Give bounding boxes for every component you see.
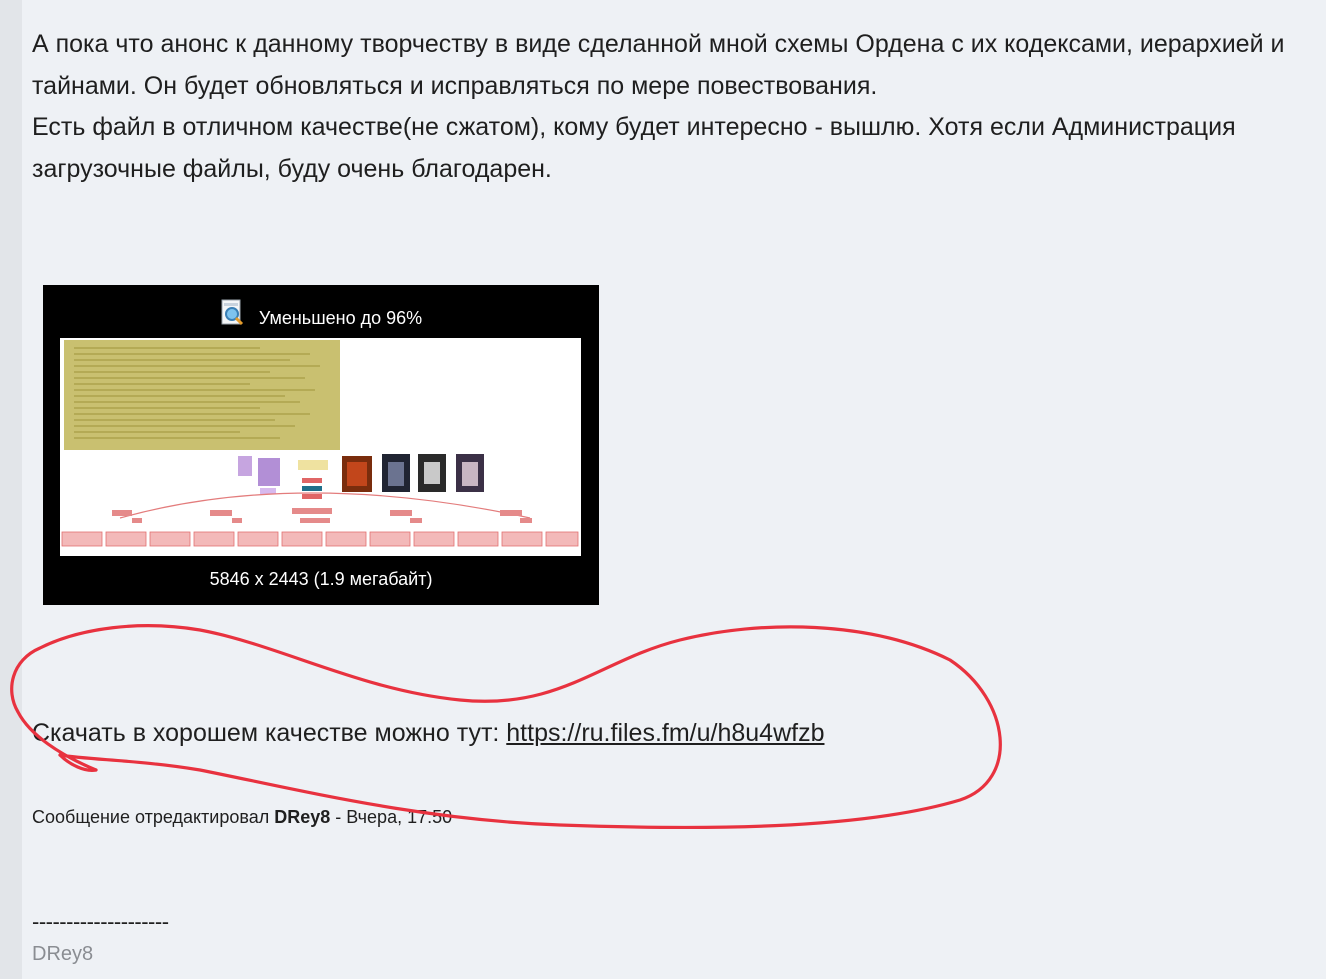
scheme-preview-image[interactable] [60,338,581,556]
signature-separator: -------------------- [32,909,169,934]
edit-note-suffix: - Вчера, 17:50 [330,807,453,827]
left-gutter [0,0,22,979]
download-line: Скачать в хорошем качестве можно тут: ht… [32,713,824,753]
attached-image-thumbnail[interactable]: Уменьшено до 96% 5846 x 2443 (1.9 мегаба… [43,285,599,605]
thumbnail-size-info: 5846 x 2443 (1.9 мегабайт) [209,569,433,589]
signature-name: DRey8 [32,943,94,965]
edit-note-author[interactable]: DRey8 [274,807,330,827]
thumbnail-caption-text: Уменьшено до 96% [258,307,423,328]
post-body: А пока что анонс к данному творчеству в … [32,24,1326,190]
thumbnail-caption[interactable]: Уменьшено до 96% [43,299,599,335]
edit-note-prefix: Сообщение отредактировал [32,807,275,827]
download-label: Скачать в хорошем качестве можно тут: [32,719,507,747]
download-link[interactable]: https://ru.files.fm/u/h8u4wfzb [506,719,824,747]
magnifier-icon [220,299,246,335]
forum-post-page: А пока что анонс к данному творчеству в … [0,0,1326,979]
post-text-line: А пока что анонс к данному творчеству в … [32,30,1285,58]
post-text-line: Есть файл в отличном качестве(не сжатом)… [32,113,1236,141]
post-text-line: тайнами. Он будет обновляться и исправля… [32,71,878,100]
post-text-line: загрузочные файлы, буду очень благодарен… [32,154,552,183]
edit-note: Сообщение отредактировал DRey8 - Вчера, … [32,805,452,829]
